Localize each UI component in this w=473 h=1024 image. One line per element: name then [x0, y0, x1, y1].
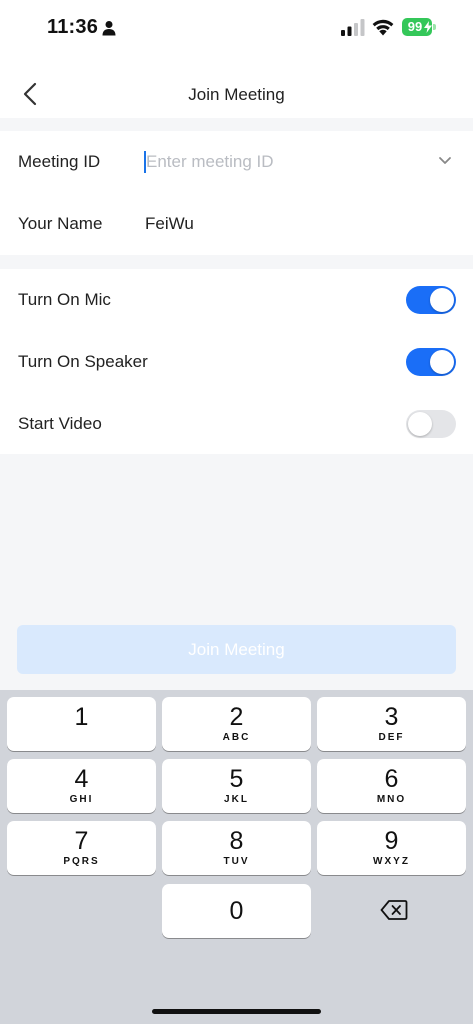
mic-label: Turn On Mic [18, 290, 111, 309]
meeting-id-input[interactable] [143, 147, 423, 177]
mic-toggle[interactable] [406, 286, 456, 314]
wifi-icon [372, 19, 394, 36]
key-8[interactable]: 8 TUV [162, 821, 311, 875]
backspace-icon [380, 900, 408, 920]
signal-icon [341, 19, 365, 36]
speaker-row: Turn On Speaker [0, 331, 473, 393]
bolt-icon [424, 21, 432, 33]
mic-row: Turn On Mic [0, 269, 473, 331]
status-bar: 11:36 99 [0, 0, 473, 58]
text-caret [144, 151, 146, 173]
meeting-info-group: Meeting ID Your Name FeiWu [0, 131, 473, 255]
key-5[interactable]: 5 JKL [162, 759, 311, 813]
battery-level: 99 [407, 19, 423, 34]
status-time: 11:36 [47, 16, 99, 38]
key-6[interactable]: 6 MNO [317, 759, 466, 813]
numeric-keypad: 1 2 ABC 3 DEF 4 GHI 5 JKL 6 MNO 7 PQRS 8… [0, 690, 473, 1024]
key-4[interactable]: 4 GHI [7, 759, 156, 813]
key-0[interactable]: 0 [162, 884, 311, 938]
your-name-row: Your Name FeiWu [0, 193, 473, 255]
nav-bar: Join Meeting [0, 58, 473, 118]
video-row: Start Video [0, 393, 473, 455]
key-9[interactable]: 9 WXYZ [317, 821, 466, 875]
your-name-value[interactable]: FeiWu [145, 214, 194, 234]
key-7[interactable]: 7 PQRS [7, 821, 156, 875]
join-meeting-label: Join Meeting [188, 640, 285, 659]
your-name-label: Your Name [18, 214, 103, 233]
video-toggle[interactable] [406, 410, 456, 438]
settings-group: Turn On Mic Turn On Speaker Start Video [0, 269, 473, 454]
delete-key[interactable] [317, 884, 466, 938]
video-label: Start Video [18, 414, 102, 433]
meeting-id-row: Meeting ID [0, 131, 473, 193]
join-meeting-button[interactable]: Join Meeting [17, 625, 456, 674]
key-1[interactable]: 1 [7, 697, 156, 751]
chevron-down-icon[interactable] [437, 155, 453, 167]
home-indicator [152, 1009, 321, 1014]
speaker-label: Turn On Speaker [18, 352, 148, 371]
page-title: Join Meeting [188, 85, 285, 104]
key-3[interactable]: 3 DEF [317, 697, 466, 751]
meeting-id-label: Meeting ID [18, 152, 101, 171]
speaker-toggle[interactable] [406, 348, 456, 376]
person-icon [102, 21, 116, 36]
key-2[interactable]: 2 ABC [162, 697, 311, 751]
battery-icon: 99 [402, 18, 436, 36]
